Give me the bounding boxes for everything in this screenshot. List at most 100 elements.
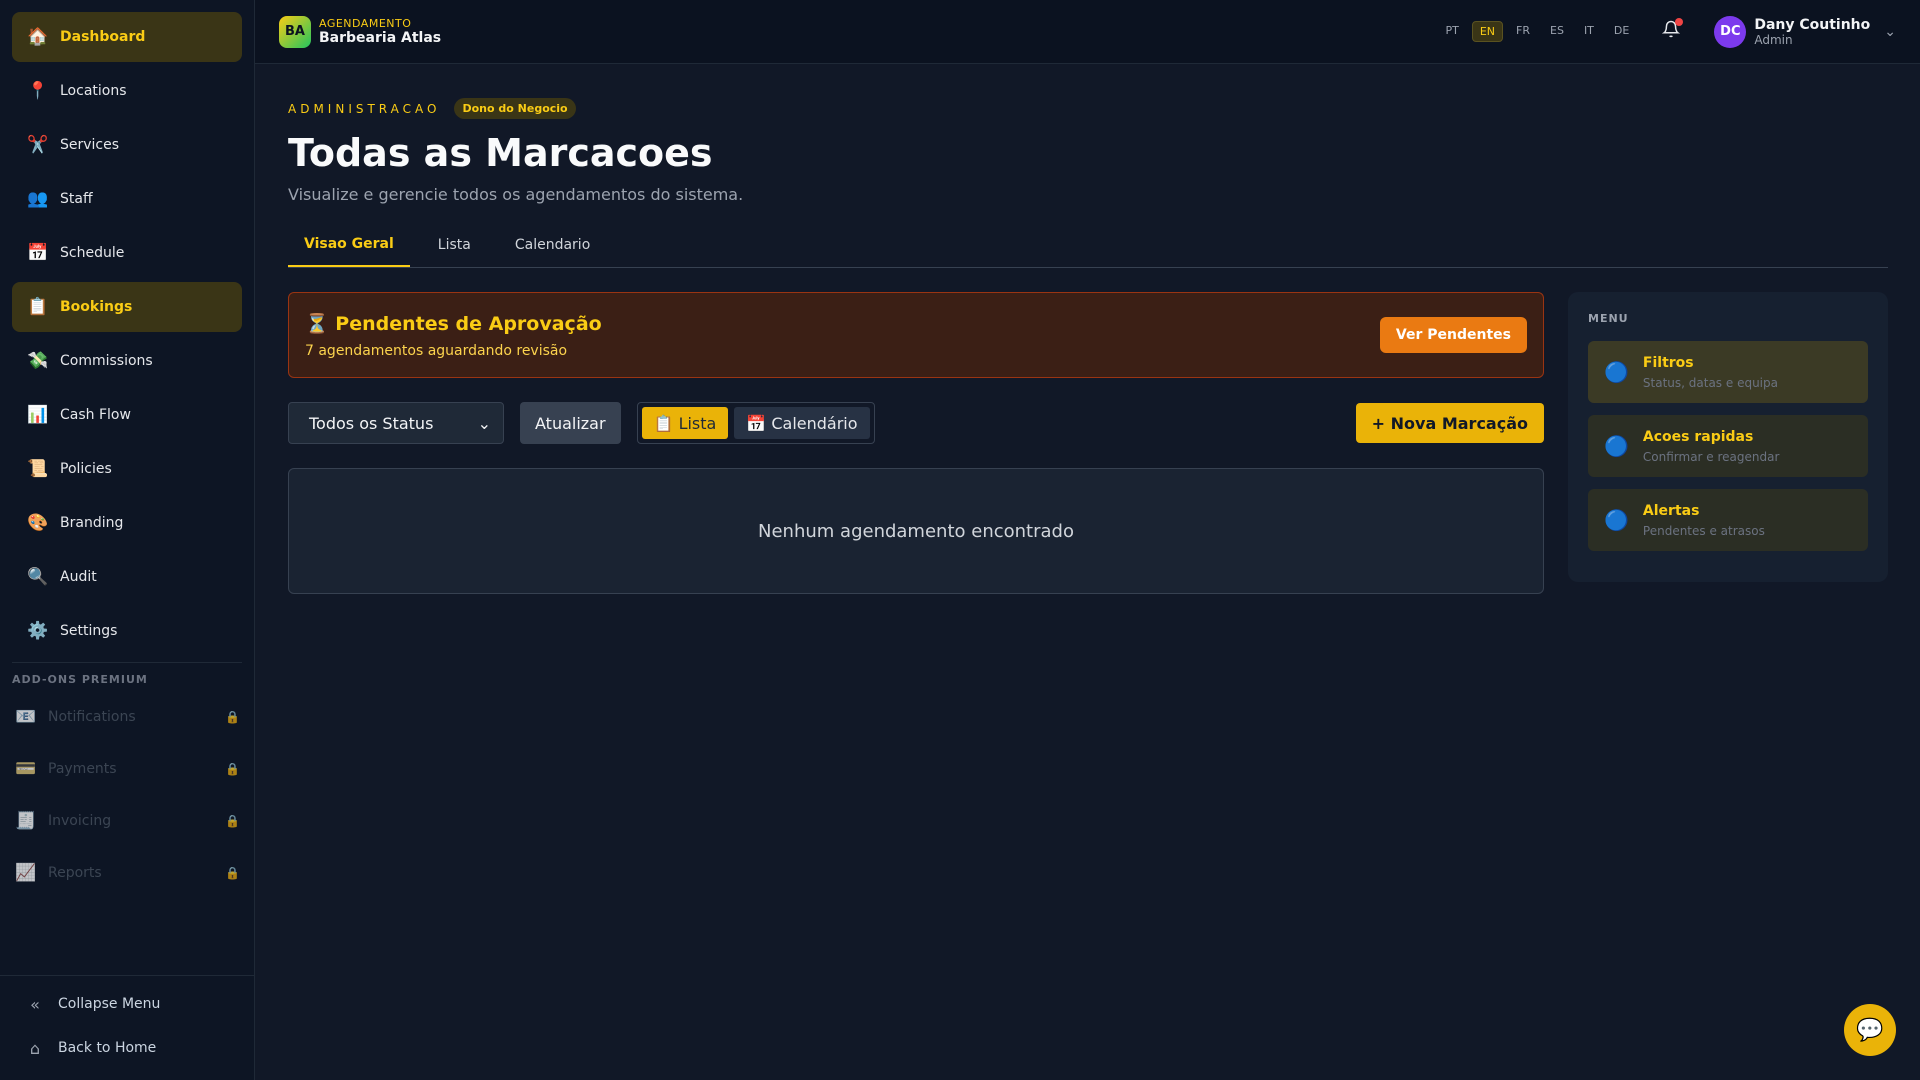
bookings-section: ⏳ Pendentes de Aprovação 7 agendamentos … xyxy=(288,292,1544,594)
content-row: ⏳ Pendentes de Aprovação 7 agendamentos … xyxy=(288,292,1888,594)
status-filter-select[interactable]: Todos os Status ⌄ xyxy=(288,402,504,444)
sidebar-item-commissions[interactable]: 💸 Commissions xyxy=(12,336,242,386)
sidebar: 🏠 Dashboard 📍 Locations ✂️ Services 👥 St… xyxy=(0,0,255,1080)
sidebar-item-label: Staff xyxy=(60,191,93,207)
notifications-button[interactable] xyxy=(1662,18,1684,43)
addon-item-payments[interactable]: 💳 Payments 🔒 xyxy=(0,744,254,794)
sidebar-item-branding[interactable]: 🎨 Branding xyxy=(12,498,242,548)
side-menu-item-subtitle: Status, datas e equipa xyxy=(1642,375,1778,390)
sidebar-item-label: Branding xyxy=(60,515,124,531)
user-menu[interactable]: DC Dany Coutinho Admin ⌄ xyxy=(1714,15,1896,48)
refresh-button[interactable]: Atualizar xyxy=(520,402,621,444)
sidebar-item-label: Settings xyxy=(60,623,118,639)
collapse-menu-button[interactable]: « Collapse Menu xyxy=(12,982,242,1026)
email-icon: 📧 xyxy=(15,707,37,727)
sidebar-item-label: Cash Flow xyxy=(60,407,131,423)
collapse-menu-label: Collapse Menu xyxy=(58,996,161,1012)
sidebar-item-label: Dashboard xyxy=(60,29,146,45)
addons-list: 📧 Notifications 🔒 💳 Payments 🔒 🧾 Invoici… xyxy=(0,692,254,898)
sidebar-item-audit[interactable]: 🔍 Audit xyxy=(12,552,242,602)
topbar-actions: PT EN FR ES IT DE DC Dany Coutinho Admin… xyxy=(1438,15,1896,48)
side-menu-item-acoes-rapidas[interactable]: 🔵 Acoes rapidas Confirmar e reagendar xyxy=(1588,415,1868,477)
addon-item-reports[interactable]: 📈 Reports 🔒 xyxy=(0,848,254,898)
calendar-icon: 📅 xyxy=(27,243,49,263)
notification-dot xyxy=(1675,18,1684,26)
language-switcher: PT EN FR ES IT DE xyxy=(1438,21,1636,42)
addon-item-invoicing[interactable]: 🧾 Invoicing 🔒 xyxy=(0,796,254,846)
view-toggle: 📋 Lista 📅 Calendário xyxy=(636,402,875,444)
pending-text: ⏳ Pendentes de Aprovação 7 agendamentos … xyxy=(305,312,602,359)
side-menu-title: MENU xyxy=(1588,312,1629,325)
pending-title: ⏳ Pendentes de Aprovação xyxy=(305,312,602,335)
sidebar-item-policies[interactable]: 📜 Policies xyxy=(12,444,242,494)
lang-es[interactable]: ES xyxy=(1543,21,1571,42)
sidebar-item-services[interactable]: ✂️ Services xyxy=(12,120,242,170)
lang-pt[interactable]: PT xyxy=(1438,21,1465,42)
side-menu-item-text: Acoes rapidas Confirmar e reagendar xyxy=(1643,429,1780,464)
lang-it[interactable]: IT xyxy=(1577,21,1601,42)
sidebar-item-locations[interactable]: 📍 Locations xyxy=(12,66,242,116)
side-menu-item-subtitle: Confirmar e reagendar xyxy=(1642,449,1780,464)
sidebar-footer: « Collapse Menu ⌂ Back to Home xyxy=(0,975,254,1080)
back-to-home-link[interactable]: ⌂ Back to Home xyxy=(12,1026,242,1070)
lock-icon: 🔒 xyxy=(225,814,240,828)
blue-circle-icon: 🔵 xyxy=(1604,434,1629,458)
home-icon: 🏠 xyxy=(27,27,49,47)
view-pending-button[interactable]: Ver Pendentes xyxy=(1379,317,1527,353)
page-title: Todas as Marcacoes xyxy=(288,131,713,175)
side-menu-item-title: Filtros xyxy=(1642,354,1694,371)
side-menu-panel: MENU 🔵 Filtros Status, datas e equipa 🔵 … xyxy=(1568,292,1888,582)
sidebar-item-label: Commissions xyxy=(60,353,153,369)
tab-calendario[interactable]: Calendario xyxy=(499,222,606,267)
avatar: DC xyxy=(1714,15,1747,48)
sidebar-item-settings[interactable]: ⚙️ Settings xyxy=(12,606,242,656)
house-outline-icon: ⌂ xyxy=(29,1038,41,1058)
tab-lista[interactable]: Lista xyxy=(422,222,487,267)
side-menu-item-alertas[interactable]: 🔵 Alertas Pendentes e atrasos xyxy=(1588,489,1868,551)
pending-approval-banner: ⏳ Pendentes de Aprovação 7 agendamentos … xyxy=(288,292,1544,378)
gear-icon: ⚙️ xyxy=(27,621,49,641)
sidebar-item-label: Locations xyxy=(60,83,127,99)
main-content: ADMINISTRACAO Dono do Negocio Todas as M… xyxy=(288,64,1888,594)
sidebar-item-bookings[interactable]: 📋 Bookings xyxy=(12,282,242,332)
view-list-button[interactable]: 📋 Lista xyxy=(641,407,729,439)
side-menu-item-subtitle: Pendentes e atrasos xyxy=(1642,523,1765,538)
receipt-icon: 🧾 xyxy=(15,811,37,831)
addon-item-notifications[interactable]: 📧 Notifications 🔒 xyxy=(0,692,254,742)
view-calendar-button[interactable]: 📅 Calendário xyxy=(734,407,870,439)
brand-logo: BA xyxy=(279,15,311,48)
trend-chart-icon: 📈 xyxy=(15,863,37,883)
sidebar-item-dashboard[interactable]: 🏠 Dashboard xyxy=(12,12,242,62)
addon-item-label: Notifications xyxy=(48,709,136,725)
page-kicker-row: ADMINISTRACAO Dono do Negocio xyxy=(288,98,1888,119)
sidebar-divider xyxy=(12,662,242,663)
sidebar-item-label: Bookings xyxy=(60,299,133,315)
lang-fr[interactable]: FR xyxy=(1509,21,1537,42)
people-icon: 👥 xyxy=(27,189,49,209)
sidebar-item-cash-flow[interactable]: 📊 Cash Flow xyxy=(12,390,242,440)
user-info: Dany Coutinho Admin xyxy=(1754,17,1870,47)
clipboard-icon: 📋 xyxy=(27,297,49,317)
page-kicker: ADMINISTRACAO xyxy=(288,101,441,116)
chat-bubble-icon: 💬 xyxy=(1856,1017,1884,1043)
pin-icon: 📍 xyxy=(27,81,49,101)
lang-en[interactable]: EN xyxy=(1471,21,1504,42)
brand[interactable]: BA AGENDAMENTO Barbearia Atlas xyxy=(279,15,441,48)
tabs: Visao Geral Lista Calendario xyxy=(288,222,1888,268)
magnifier-icon: 🔍 xyxy=(27,567,49,587)
sidebar-item-label: Policies xyxy=(60,461,112,477)
addon-item-label: Payments xyxy=(48,761,117,777)
topbar: BA AGENDAMENTO Barbearia Atlas PT EN FR … xyxy=(255,0,1920,64)
new-booking-button[interactable]: + Nova Marcação xyxy=(1355,403,1544,443)
sidebar-item-staff[interactable]: 👥 Staff xyxy=(12,174,242,224)
chevron-down-icon: ⌄ xyxy=(477,413,491,433)
credit-card-icon: 💳 xyxy=(15,759,37,779)
sidebar-item-schedule[interactable]: 📅 Schedule xyxy=(12,228,242,278)
tab-visao-geral[interactable]: Visao Geral xyxy=(288,222,410,267)
addons-title: ADD-ONS PREMIUM xyxy=(12,673,148,686)
lang-de[interactable]: DE xyxy=(1607,21,1636,42)
user-name: Dany Coutinho xyxy=(1754,16,1871,33)
lock-icon: 🔒 xyxy=(225,710,240,724)
side-menu-item-filtros[interactable]: 🔵 Filtros Status, datas e equipa xyxy=(1588,341,1868,403)
chat-button[interactable]: 💬 xyxy=(1844,1004,1896,1056)
